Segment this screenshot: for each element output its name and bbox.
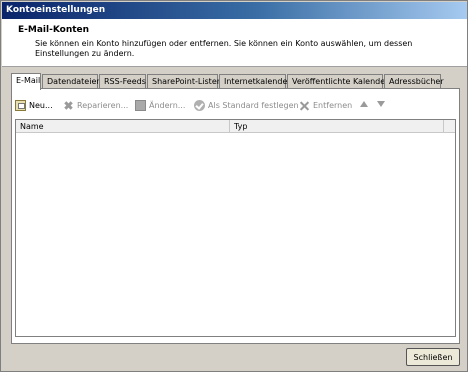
tab-strip: E-Mail Datendateien RSS-Feeds SharePoint…	[11, 73, 461, 90]
tab-internet-calendars[interactable]: Internetkalender	[219, 74, 291, 89]
change-button[interactable]: Ändern...	[135, 98, 185, 112]
toolbar: Neu... Reparieren... Ändern... Als Stand…	[15, 98, 455, 114]
account-settings-dialog: Kontoeinstellungen E-Mail-Konten Sie kön…	[0, 0, 468, 372]
tab-data-files[interactable]: Datendateien	[42, 74, 101, 89]
new-button-label: Neu...	[29, 100, 53, 110]
header-description: Sie können ein Konto hinzufügen oder ent…	[35, 39, 413, 58]
title-bar: Kontoeinstellungen	[2, 2, 467, 19]
accounts-list[interactable]: Name Typ	[15, 119, 456, 337]
set-default-button[interactable]: Als Standard festlegen	[194, 98, 299, 112]
window-title: Kontoeinstellungen	[6, 5, 106, 15]
change-icon	[135, 99, 146, 111]
tab-email[interactable]: E-Mail	[11, 73, 41, 90]
column-header-name[interactable]: Name	[16, 120, 230, 133]
list-header: Name Typ	[16, 120, 455, 133]
tab-published-calendars[interactable]: Veröffentlichte Kalender	[287, 74, 388, 89]
new-button[interactable]: Neu...	[15, 98, 53, 112]
repair-button[interactable]: Reparieren...	[63, 98, 128, 112]
header-title: E-Mail-Konten	[18, 25, 90, 35]
new-account-icon	[15, 99, 26, 111]
dialog-header: E-Mail-Konten Sie können ein Konto hinzu…	[2, 19, 467, 67]
repair-button-label: Reparieren...	[77, 100, 129, 110]
tools-icon	[63, 100, 74, 111]
tab-rss-feeds[interactable]: RSS-Feeds	[99, 74, 146, 89]
remove-button-label: Entfernen	[313, 100, 353, 110]
move-down-icon[interactable]	[377, 101, 385, 107]
remove-x-icon	[299, 100, 310, 111]
set-default-button-label: Als Standard festlegen	[208, 100, 299, 110]
change-button-label: Ändern...	[149, 100, 186, 110]
tab-address-books[interactable]: Adressbücher	[384, 74, 444, 89]
close-button[interactable]: Schließen	[406, 348, 460, 366]
tab-sharepoint-lists[interactable]: SharePoint-Listen	[147, 74, 222, 89]
remove-button[interactable]: Entfernen	[299, 98, 352, 112]
checkmark-icon	[194, 99, 205, 111]
move-up-icon[interactable]	[360, 101, 368, 107]
column-header-type[interactable]: Typ	[230, 120, 444, 133]
